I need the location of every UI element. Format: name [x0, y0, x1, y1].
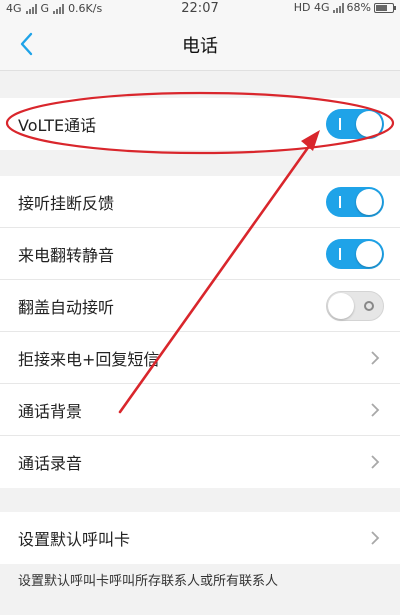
signal-icon-3 [332, 2, 344, 13]
nav-bar: 电话 [0, 18, 400, 71]
chevron-right-icon [371, 403, 380, 417]
flip-answer-toggle[interactable] [326, 290, 384, 321]
default-card-group: 设置默认呼叫卡 [0, 512, 400, 564]
page-title: 电话 [182, 36, 218, 57]
volte-toggle[interactable] [326, 109, 384, 139]
chevron-right-icon [371, 531, 380, 545]
answer-feedback-toggle[interactable] [326, 186, 384, 217]
row-label: 来电翻转静音 [18, 245, 115, 265]
row-label: 拒接来电+回复短信 [18, 349, 160, 369]
status-bar: 4G G 0.6K/s 22:07 HD 4G 68% [0, 0, 400, 18]
volte-group: VoLTE通话 [0, 98, 400, 150]
default-card-footnote: 设置默认呼叫卡呼叫所存联系人或所有联系人 [18, 574, 279, 589]
row-label: 设置默认呼叫卡 [18, 530, 131, 549]
toggle-knob [356, 111, 382, 137]
toggle-off-mark [364, 300, 374, 311]
chevron-right-icon [371, 455, 380, 469]
battery-level [376, 4, 387, 11]
row-label: 通话背景 [18, 401, 83, 421]
battery-icon [374, 2, 396, 13]
row-label: 通话录音 [18, 454, 83, 473]
row-label: 接听挂断反馈 [18, 193, 115, 213]
settings-row-reject-sms[interactable]: 拒接来电+回复短信 [0, 332, 400, 384]
settings-row-answer-feedback[interactable]: 接听挂断反馈 [0, 176, 400, 228]
settings-row-call-recording[interactable]: 通话录音 [0, 436, 400, 488]
network-label-right: HD 4G [293, 1, 330, 14]
toggle-knob [356, 240, 382, 267]
toggle-on-mark [339, 247, 341, 260]
toggle-on-mark [339, 195, 341, 208]
settings-row-call-background[interactable]: 通话背景 [0, 384, 400, 436]
row-label-volte: VoLTE通话 [18, 116, 97, 135]
row-label: 翻盖自动接听 [18, 297, 115, 317]
call-settings-group: 接听挂断反馈 来电翻转静音 翻盖自动接听 拒接来电+回复短信 通话背景 通话录音 [0, 176, 400, 488]
status-right: HD 4G 68% [293, 1, 396, 14]
chevron-right-icon [371, 351, 380, 365]
settings-row-volte[interactable]: VoLTE通话 [0, 98, 400, 150]
settings-row-flip-mute[interactable]: 来电翻转静音 [0, 228, 400, 280]
settings-row-flip-answer[interactable]: 翻盖自动接听 [0, 280, 400, 332]
settings-row-default-card[interactable]: 设置默认呼叫卡 [0, 512, 400, 564]
flip-mute-toggle[interactable] [326, 238, 384, 269]
toggle-knob [328, 292, 354, 319]
toggle-knob [356, 188, 382, 215]
toggle-on-mark [339, 118, 341, 130]
battery-percent: 68% [346, 1, 371, 14]
